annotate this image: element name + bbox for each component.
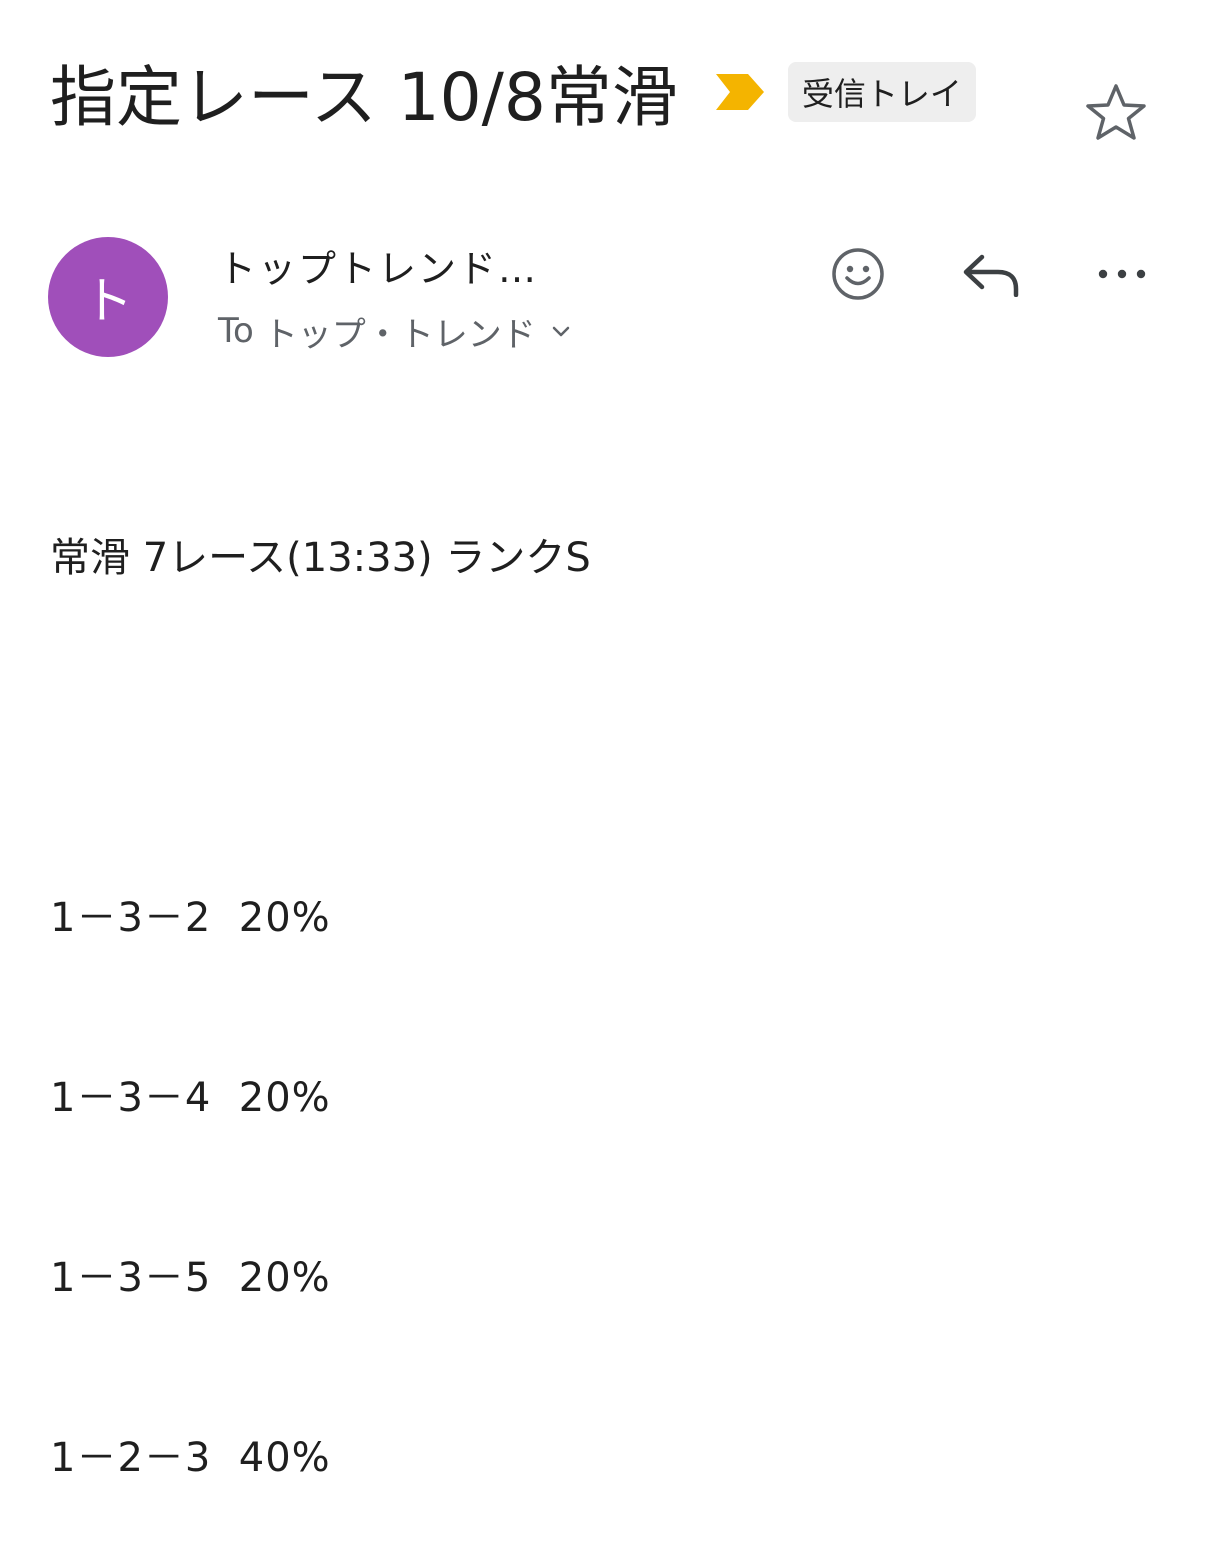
bet-line: 1－3－4 20%: [50, 1075, 331, 1121]
reply-icon[interactable]: [956, 244, 1026, 304]
email-body: 常滑 7レース(13:33) ランクS 1－3－2 20% 1－3－4 20% …: [50, 408, 591, 1548]
sender-avatar[interactable]: ト: [48, 237, 168, 357]
bet-line: 1－3－5 20%: [50, 1255, 331, 1301]
sender-name[interactable]: トップトレンド…: [218, 238, 538, 293]
bet-line: 1－2－3 40%: [50, 1435, 331, 1481]
importance-marker-icon[interactable]: [714, 72, 766, 112]
email-subject: 指定レース 10/8常滑: [50, 59, 678, 136]
star-outline-icon[interactable]: [1082, 80, 1150, 148]
avatar-letter: ト: [83, 272, 133, 330]
recipient-name: トップ・トレンド: [263, 314, 536, 355]
recipient-prefix: To: [218, 311, 254, 351]
emoji-reaction-icon[interactable]: [826, 242, 890, 306]
recipient-details-toggle[interactable]: To トップ・トレンド: [218, 308, 572, 355]
label-inbox-chip[interactable]: 受信トレイ: [787, 62, 976, 122]
bet-line: 1－3－2 20%: [50, 895, 331, 941]
more-horizontal-icon[interactable]: [1092, 244, 1152, 304]
body-headline: 常滑 7レース(13:33) ランクS: [50, 535, 591, 581]
subject-row: 指定レース 10/8常滑 受信トレイ: [50, 52, 976, 136]
body-spacer: [50, 708, 591, 768]
chevron-down-icon: [550, 320, 572, 342]
